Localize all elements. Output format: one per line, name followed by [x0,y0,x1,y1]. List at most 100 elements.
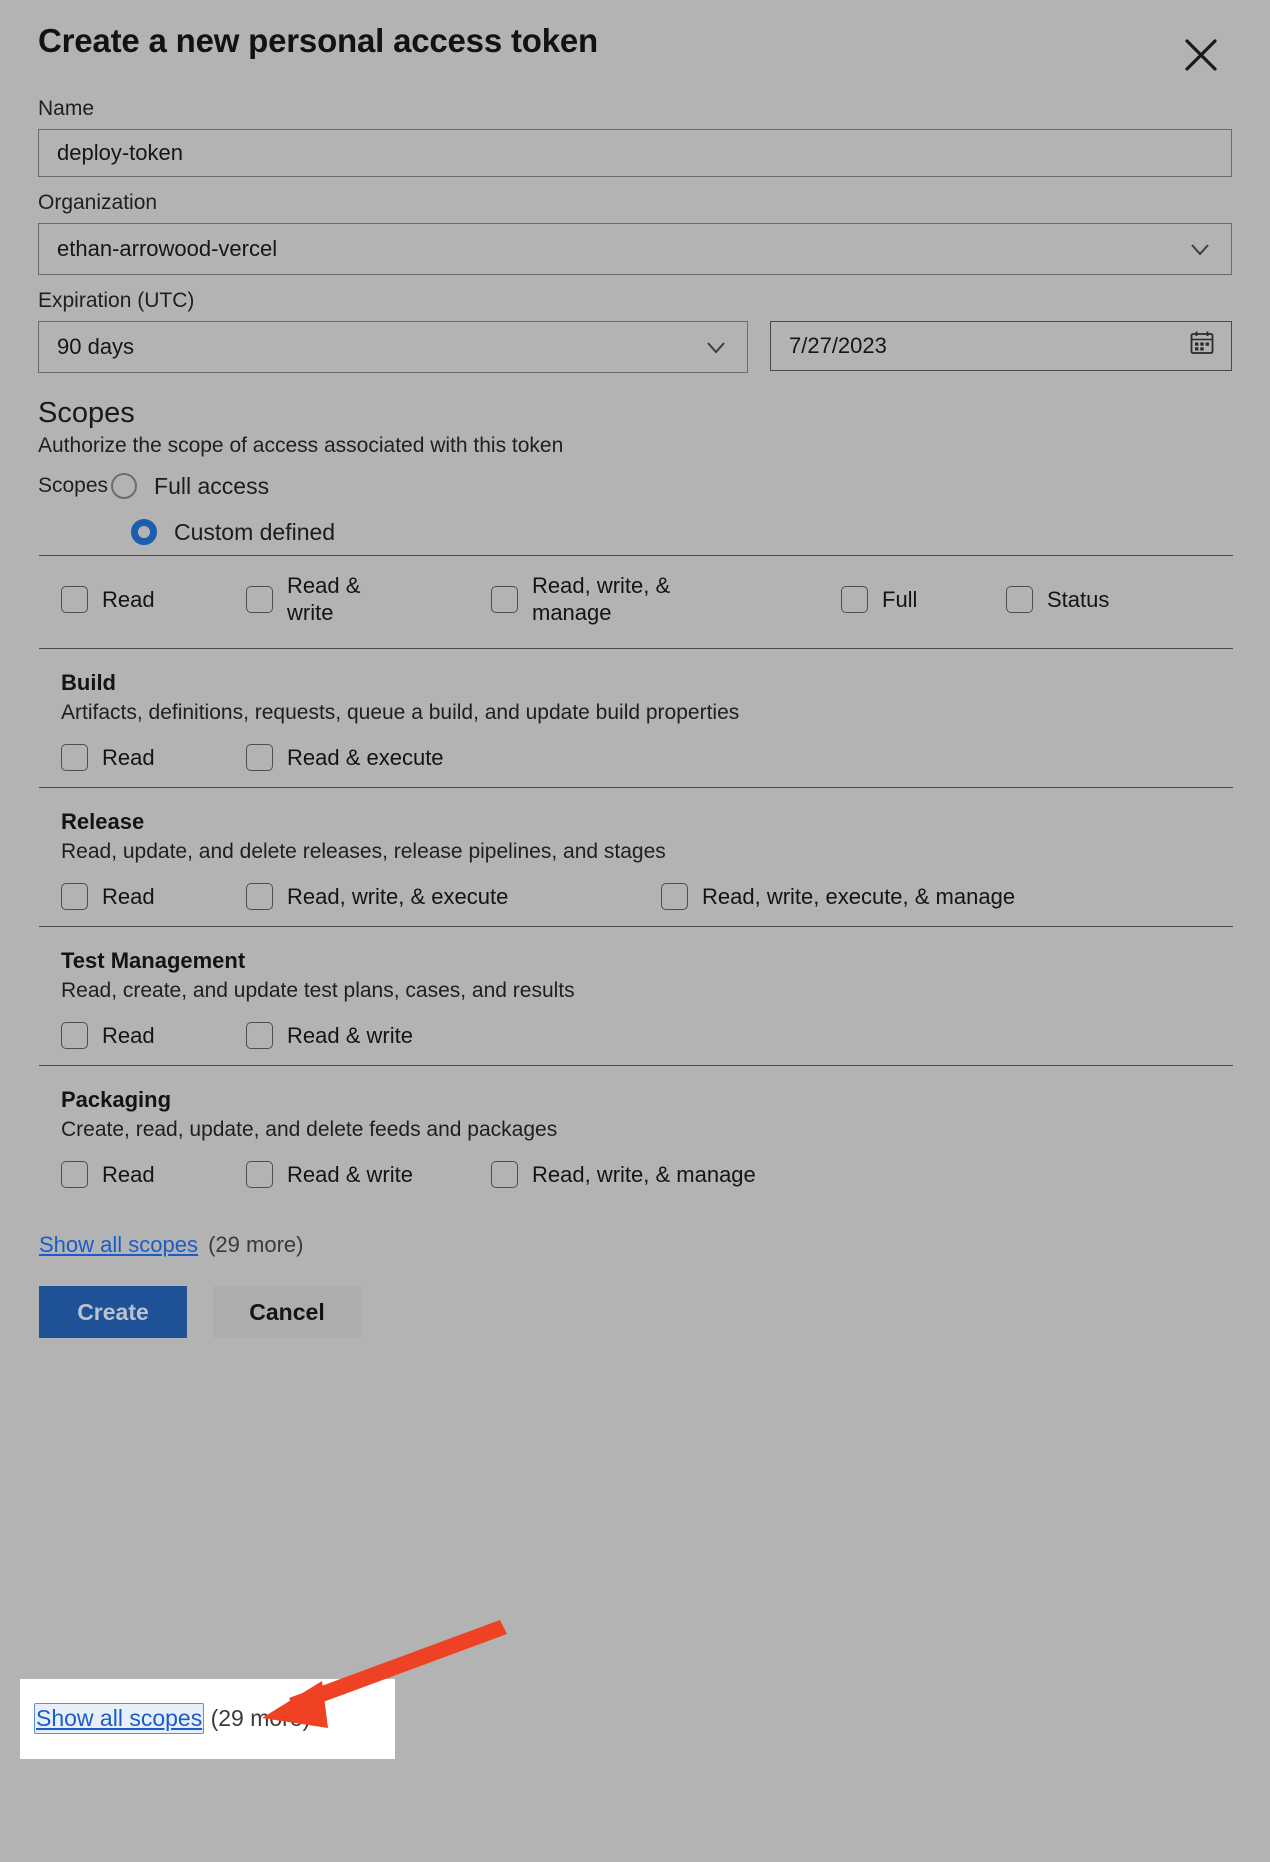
name-input[interactable]: deploy-token [38,129,1232,177]
scope-description: Artifacts, definitions, requests, queue … [61,701,740,724]
scope-section-header: Read Read & write Read, write, & manage … [39,555,1233,648]
checkbox-icon[interactable] [246,585,273,613]
expiration-preset-select[interactable]: 90 days [38,321,748,373]
scope-section-build: Build Artifacts, definitions, requests, … [39,648,1233,787]
checkbox-icon[interactable] [61,585,88,613]
checkbox-label: Read & write [287,1023,413,1048]
checkbox-icon[interactable] [246,1161,273,1188]
dialog-actions: Create Cancel [38,1286,1232,1338]
scope-header-checkbox-row: Read Read & write Read, write, & manage … [39,572,1233,626]
expiration-date-value: 7/27/2023 [789,333,887,358]
checkbox-label: Read & write [287,1162,413,1187]
checkbox-label: Full [882,586,918,612]
checkbox-icon[interactable] [661,883,688,910]
checkbox-icon[interactable] [246,744,273,771]
checkbox-label: Read, write, execute, & manage [702,884,1016,909]
scopes-heading: Scopes [38,397,135,429]
scopes-radio-custom-defined[interactable]: Custom defined [38,509,1232,555]
expiration-date-input[interactable]: 7/27/2023 [770,321,1232,371]
scope-description: Read, update, and delete releases, relea… [61,840,666,863]
organization-select[interactable]: ethan-arrowood-vercel [38,223,1232,275]
checkbox-label: Read & execute [287,745,444,770]
checkbox-label: Read, write, & manage [532,1162,756,1187]
checkbox-label: Read & write [287,573,361,625]
checkbox-status[interactable]: Status [1006,585,1110,613]
scope-checkbox-row: Read Read & execute [39,744,1233,771]
scope-name: Release [61,809,145,834]
checkbox-icon[interactable] [61,1022,88,1049]
close-icon[interactable] [1178,32,1224,78]
scopes-radio-full-access[interactable]: Scopes Full access [38,463,1232,509]
chevron-down-icon [703,334,729,360]
checkbox-read-write[interactable]: Read & write [246,572,491,626]
checkbox-release-read-write-execute[interactable]: Read, write, & execute [246,883,661,910]
show-all-scopes-row: Show all scopes (29 more) [38,1230,1232,1260]
checkbox-icon[interactable] [61,744,88,771]
show-all-scopes-line: Show all scopes (29 more) [39,1230,1232,1260]
checkbox-test-read-write[interactable]: Read & write [246,1022,413,1049]
checkbox-packaging-read-write-manage[interactable]: Read, write, & manage [491,1161,756,1188]
chevron-down-icon [1187,236,1213,262]
scope-section-packaging: Packaging Create, read, update, and dele… [39,1065,1233,1204]
radio-icon-custom-defined[interactable] [131,519,157,545]
checkbox-label: Read, write, & execute [287,884,509,909]
checkbox-packaging-read-write[interactable]: Read & write [246,1161,491,1188]
cancel-button[interactable]: Cancel [213,1286,361,1338]
show-all-scopes-link[interactable]: Show all scopes [39,1232,198,1257]
scope-description: Create, read, update, and delete feeds a… [61,1118,558,1141]
checkbox-icon[interactable] [841,585,868,613]
expiration-label: Expiration (UTC) [38,289,195,312]
checkbox-packaging-read[interactable]: Read [61,1161,246,1188]
scopes-header: Scopes Authorize the scope of access ass… [38,395,1232,461]
name-input-value: deploy-token [57,140,183,165]
checkbox-build-read[interactable]: Read [61,744,246,771]
checkbox-icon[interactable] [246,883,273,910]
checkbox-release-read-write-execute-manage[interactable]: Read, write, execute, & manage [661,883,1015,910]
checkbox-full[interactable]: Full [841,585,1006,613]
show-all-scopes-count: (29 more) [201,1232,304,1257]
radio-label-full-access: Full access [154,472,270,499]
checkbox-icon[interactable] [61,883,88,910]
checkbox-icon[interactable] [491,585,518,613]
page-title: Create a new personal access token [38,22,598,59]
checkbox-label: Read [102,1162,155,1187]
radio-label-custom-defined: Custom defined [174,518,336,545]
scope-checkbox-row: Read Read & write Read, write, & manage [39,1161,1233,1188]
expiration-row: 90 days 7/27/2023 [38,321,1232,373]
checkbox-label: Read, write, & manage [532,573,671,625]
expiration-preset-value: 90 days [57,334,135,359]
create-pat-dialog: Create a new personal access token Name … [0,0,1270,1862]
organization-select-value: ethan-arrowood-vercel [57,236,278,261]
scopes-description: Authorize the scope of access associated… [38,434,564,457]
checkbox-release-read[interactable]: Read [61,883,246,910]
calendar-icon[interactable] [1187,328,1217,364]
checkbox-test-read[interactable]: Read [61,1022,246,1049]
scope-name: Build [61,670,116,695]
scopes-radio-inline-label: Scopes [38,474,109,497]
annotation-show-all-scopes-link[interactable]: Show all scopes [34,1703,205,1734]
checkbox-label: Read [102,884,155,909]
scope-section-test-management: Test Management Read, create, and update… [39,926,1233,1065]
create-button[interactable]: Create [39,1286,187,1338]
scope-checkbox-row: Read Read, write, & execute Read, write,… [39,883,1233,910]
checkbox-build-read-execute[interactable]: Read & execute [246,744,444,771]
checkbox-icon[interactable] [61,1161,88,1188]
checkbox-label: Read [102,586,155,612]
checkbox-label: Read [102,745,155,770]
checkbox-icon[interactable] [246,1022,273,1049]
annotation-highlight-text: Show all scopes (29 more) [34,1700,310,1736]
organization-label: Organization [38,191,158,214]
checkbox-read-write-manage[interactable]: Read, write, & manage [491,572,841,626]
checkbox-icon[interactable] [1006,585,1033,613]
scope-description: Read, create, and update test plans, cas… [61,979,575,1002]
checkbox-read[interactable]: Read [61,585,246,613]
checkbox-icon[interactable] [491,1161,518,1188]
radio-icon-full-access[interactable] [111,473,138,499]
scope-section-release: Release Read, update, and delete release… [39,787,1233,926]
scope-name: Packaging [61,1087,172,1112]
dialog-header: Create a new personal access token [38,0,1232,96]
checkbox-label: Read [102,1023,155,1048]
checkbox-label: Status [1047,586,1110,612]
name-label: Name [38,97,95,120]
scopes-radio-group: Scopes Full access Custom defined [38,463,1232,555]
